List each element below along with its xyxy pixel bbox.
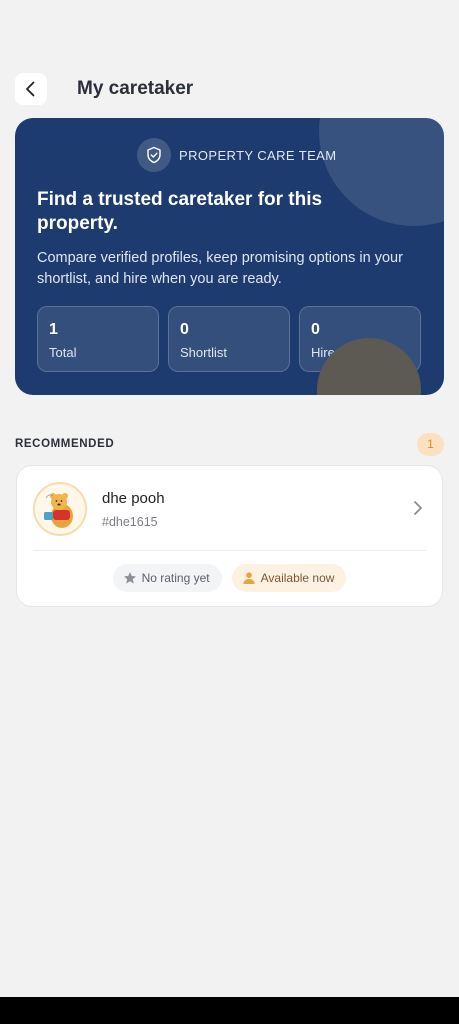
section-title: RECOMMENDED [15,438,115,450]
chevron-right-icon[interactable] [412,500,424,516]
hero-title: Find a trusted caretaker for this proper… [37,189,323,234]
chips-row: No rating yet Available now [17,564,442,592]
shield-check-icon [137,138,171,172]
caretaker-name: dhe pooh [102,490,165,507]
stat-label: Shortlist [180,345,227,360]
system-navigation-bar [0,997,459,1024]
hero-brand: PROPERTY CARE TEAM [137,138,336,172]
stat-value: 0 [180,321,189,338]
stat-label: Total [49,345,77,360]
winnie-the-pooh-avatar [35,484,85,534]
stat-value: 0 [311,321,320,338]
avatar [33,482,87,536]
divider [33,550,426,551]
stat-value: 1 [49,321,58,338]
caretaker-handle: #dhe1615 [102,515,158,529]
back-button[interactable] [15,73,47,105]
hero-card: PROPERTY CARE TEAM Find a trusted careta… [15,118,444,395]
rating-text: No rating yet [141,571,210,585]
stat-shortlist: 0 Shortlist [168,306,290,372]
brand-label: PROPERTY CARE TEAM [179,147,337,163]
person-icon [243,572,255,584]
stat-total: 1 Total [37,306,159,372]
rating-chip: No rating yet [112,564,222,592]
availability-text: Available now [260,571,335,585]
page-title: My caretaker [77,78,194,99]
recommended-section-header: RECOMMENDED 1 [15,432,444,456]
caretaker-card[interactable]: dhe pooh #dhe1615 No rating yet Availabl… [16,465,443,607]
chevron-left-icon [26,81,35,97]
star-icon [123,572,136,584]
hero-description: Compare verified profiles, keep promisin… [37,250,403,287]
count-badge: 1 [417,432,444,456]
availability-chip: Available now [231,564,347,592]
app-header: My caretaker [15,72,444,106]
